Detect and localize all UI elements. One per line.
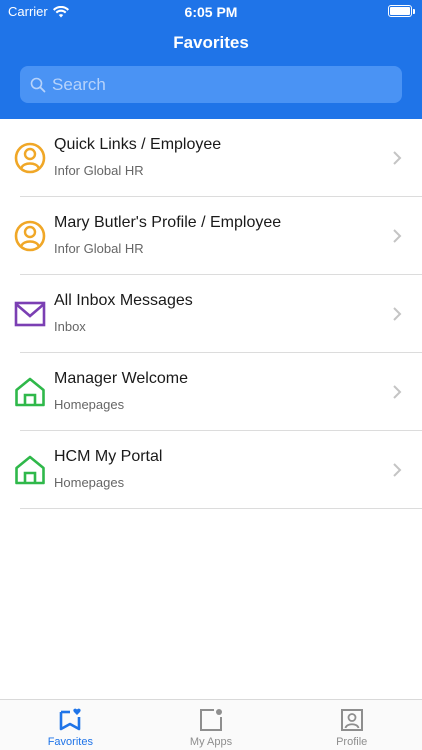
list-item-title: Mary Butler's Profile / Employee — [54, 214, 282, 231]
favorites-screen: Carrier 6:05 PM Favorites Search Quick L… — [0, 0, 422, 750]
apps-icon — [200, 709, 222, 731]
list-item[interactable]: Manager Welcome Homepages — [0, 353, 422, 431]
list-item[interactable]: Quick Links / Employee Infor Global HR — [0, 119, 422, 197]
chevron-right-icon — [393, 229, 402, 243]
list-item-subtitle: Inbox — [54, 319, 86, 334]
tab-bar: Favorites My Apps Profile — [0, 699, 422, 750]
chevron-right-icon — [393, 307, 402, 321]
list-item-title: Quick Links / Employee — [54, 136, 222, 153]
envelope-icon — [14, 301, 46, 327]
status-bar: Carrier 6:05 PM — [0, 0, 422, 22]
page-title: Favorites — [173, 33, 249, 52]
list-item-subtitle: Infor Global HR — [54, 241, 144, 256]
chevron-right-icon — [393, 463, 402, 477]
tab-label: Favorites — [47, 736, 93, 748]
search-bar[interactable] — [20, 66, 402, 103]
profile-icon — [340, 709, 363, 731]
tab-label: Profile — [336, 736, 368, 748]
home-icon — [15, 377, 45, 407]
list-item-text: All Inbox Messages Inbox — [54, 291, 193, 335]
person-circle-icon — [14, 142, 46, 174]
list-item[interactable]: HCM My Portal Homepages — [0, 431, 422, 509]
list-item-subtitle: Infor Global HR — [54, 163, 144, 178]
list-item-title: Manager Welcome — [54, 370, 188, 387]
search-input[interactable] — [52, 74, 402, 95]
search-icon — [30, 77, 46, 92]
list-item-text: HCM My Portal Homepages — [54, 447, 162, 491]
list-item-subtitle: Homepages — [54, 397, 125, 412]
tab-favorites[interactable]: Favorites — [0, 700, 141, 750]
list-item-text: Quick Links / Employee Infor Global HR — [54, 135, 221, 179]
list-item-text: Manager Welcome Homepages — [54, 369, 188, 413]
tab-my-apps[interactable]: My Apps — [141, 700, 282, 750]
battery-icon — [388, 5, 415, 17]
header: Carrier 6:05 PM Favorites — [0, 0, 422, 119]
status-time: 6:05 PM — [184, 4, 238, 20]
chevron-right-icon — [393, 151, 402, 165]
favorites-icon — [60, 708, 81, 731]
person-circle-icon — [14, 220, 46, 252]
list-item-text: Mary Butler's Profile / Employee Infor G… — [54, 213, 281, 257]
favorites-list: Quick Links / Employee Infor Global HR M… — [0, 119, 422, 509]
chevron-right-icon — [393, 385, 402, 399]
list-item[interactable]: All Inbox Messages Inbox — [0, 275, 422, 353]
list-item-title: HCM My Portal — [54, 448, 163, 465]
list-item-title: All Inbox Messages — [54, 292, 193, 309]
list-item[interactable]: Mary Butler's Profile / Employee Infor G… — [0, 197, 422, 275]
tab-profile[interactable]: Profile — [281, 700, 422, 750]
home-icon — [15, 455, 45, 485]
tab-label: My Apps — [189, 736, 233, 748]
list-item-subtitle: Homepages — [54, 475, 125, 490]
